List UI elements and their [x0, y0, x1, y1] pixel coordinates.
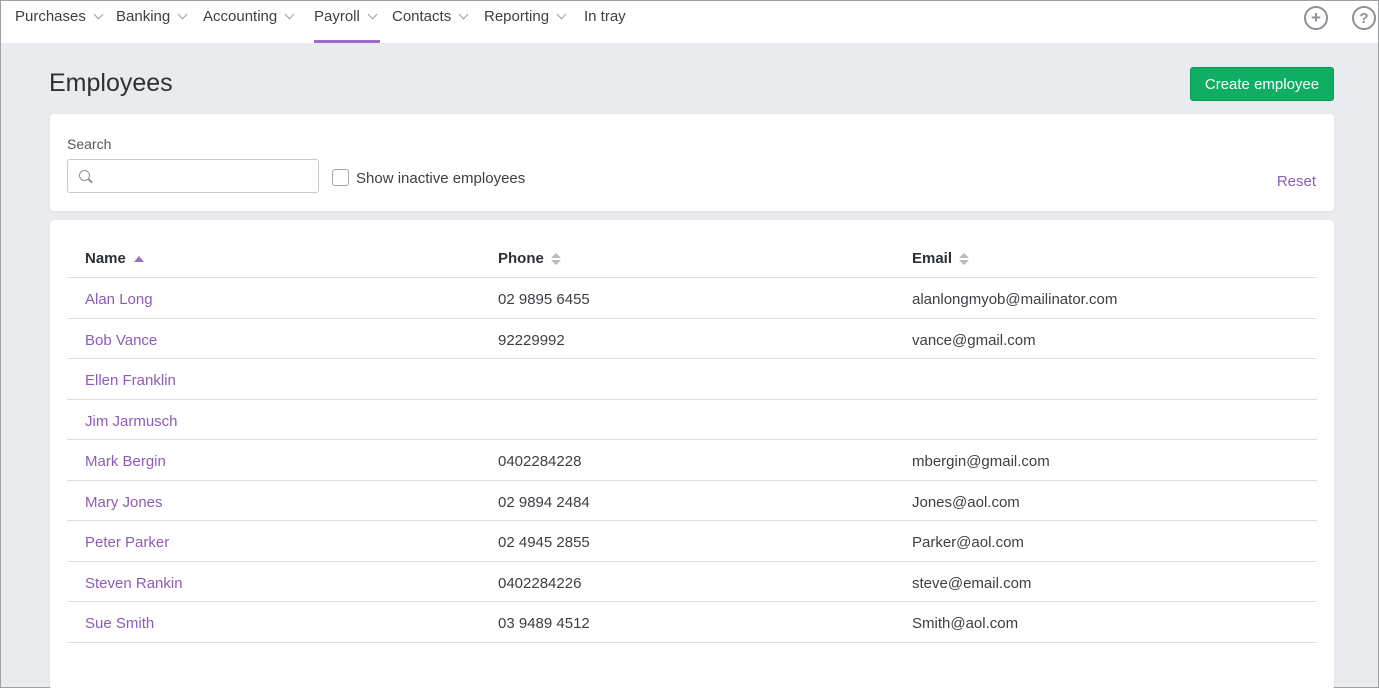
employee-phone: 02 9895 6455: [498, 291, 590, 308]
employee-email: Parker@aol.com: [912, 534, 1024, 551]
search-icon: [79, 170, 90, 181]
table-row: Sue Smith 03 9489 4512 Smith@aol.com: [67, 602, 1317, 643]
reset-link[interactable]: Reset: [1277, 173, 1316, 190]
employee-name-link[interactable]: Bob Vance: [85, 332, 157, 349]
nav-item-in-tray[interactable]: In tray: [584, 1, 626, 43]
employee-phone: 02 9894 2484: [498, 493, 590, 511]
table-row: Steven Rankin 0402284226 steve@email.com: [67, 562, 1317, 602]
employee-name-link[interactable]: Alan Long: [85, 291, 153, 308]
nav-item-label: Banking: [116, 8, 171, 25]
show-inactive-checkbox[interactable]: [332, 169, 349, 186]
employee-name-link[interactable]: Jim Jarmusch: [85, 413, 178, 430]
search-label: Search: [67, 136, 112, 152]
nav-item-purchases[interactable]: Purchases: [15, 1, 104, 43]
sort-icon: [959, 252, 970, 266]
employee-phone: 92229992: [498, 331, 565, 349]
employee-email: alanlongmyob@mailinator.com: [912, 291, 1118, 308]
nav-item-label: Contacts: [392, 8, 452, 25]
employee-name-link[interactable]: Mary Jones: [85, 494, 163, 511]
chevron-down-icon: [367, 9, 378, 20]
nav-item-label: Payroll: [314, 8, 360, 25]
table-row: Mary Jones 02 9894 2484 Jones@aol.com: [67, 481, 1317, 521]
search-input[interactable]: [98, 160, 313, 192]
page-title: Employees: [49, 69, 173, 97]
create-employee-button[interactable]: Create employee: [1190, 67, 1334, 101]
chevron-down-icon: [458, 9, 469, 20]
employee-phone: 02 4945 2855: [498, 534, 590, 551]
sort-ascending-icon: [133, 255, 144, 262]
employee-phone: 0402284226: [498, 574, 582, 592]
nav-item-label: Reporting: [484, 8, 550, 25]
table-row: Bob Vance 92229992 vance@gmail.com: [67, 319, 1317, 359]
nav-item-label: Accounting: [203, 8, 278, 25]
table-row: Mark Bergin 0402284228 mbergin@gmail.com: [67, 440, 1317, 481]
employees-table: Name Phone Email Alan Long 02 9895 6455 …: [50, 220, 1334, 688]
employee-email: steve@email.com: [912, 574, 1032, 592]
chevron-down-icon: [93, 9, 104, 20]
table-row: Jim Jarmusch: [67, 400, 1317, 440]
table-row: Peter Parker 02 4945 2855 Parker@aol.com: [67, 521, 1317, 562]
table-row: Alan Long 02 9895 6455 alanlongmyob@mail…: [67, 278, 1317, 319]
employee-name-link[interactable]: Sue Smith: [85, 615, 154, 632]
column-header-label: Email: [912, 250, 953, 267]
employee-email: Smith@aol.com: [912, 615, 1019, 632]
employee-email: Jones@aol.com: [912, 493, 1020, 511]
plus-circle-icon[interactable]: +: [1304, 6, 1328, 30]
search-field[interactable]: [67, 159, 319, 193]
employee-name-link[interactable]: Ellen Franklin: [85, 372, 176, 389]
nav-item-banking[interactable]: Banking: [116, 1, 188, 43]
sort-icon: [550, 252, 561, 266]
nav-item-accounting[interactable]: Accounting: [203, 1, 295, 43]
employee-name-link[interactable]: Peter Parker: [85, 534, 169, 551]
nav-item-contacts[interactable]: Contacts: [392, 1, 469, 43]
employee-phone: 0402284228: [498, 453, 582, 470]
nav-item-label: Purchases: [15, 8, 86, 25]
column-header-email[interactable]: Email: [912, 250, 970, 267]
chevron-down-icon: [177, 9, 188, 20]
employee-name-link[interactable]: Mark Bergin: [85, 453, 166, 470]
nav-item-payroll[interactable]: Payroll: [314, 1, 380, 43]
nav-item-label: In tray: [584, 8, 626, 25]
show-inactive-label[interactable]: Show inactive employees: [356, 170, 525, 187]
filter-panel: Search Show inactive employees Reset: [50, 114, 1334, 211]
column-header-label: Name: [85, 250, 126, 267]
employee-email: mbergin@gmail.com: [912, 453, 1050, 470]
table-row: Ellen Franklin: [67, 359, 1317, 400]
top-navigation: Purchases Banking Accounting Payroll Con…: [1, 1, 1378, 43]
help-circle-icon[interactable]: ?: [1352, 6, 1376, 30]
active-tab-indicator: [314, 40, 380, 43]
employee-name-link[interactable]: Steven Rankin: [85, 575, 183, 592]
employee-email: vance@gmail.com: [912, 331, 1036, 349]
chevron-down-icon: [556, 9, 567, 20]
column-header-phone[interactable]: Phone: [498, 250, 561, 267]
column-header-name[interactable]: Name: [85, 250, 144, 267]
table-body: Alan Long 02 9895 6455 alanlongmyob@mail…: [67, 278, 1317, 643]
chevron-down-icon: [284, 9, 295, 20]
column-header-label: Phone: [498, 250, 544, 267]
employee-phone: 03 9489 4512: [498, 615, 590, 632]
nav-item-reporting[interactable]: Reporting: [484, 1, 567, 43]
